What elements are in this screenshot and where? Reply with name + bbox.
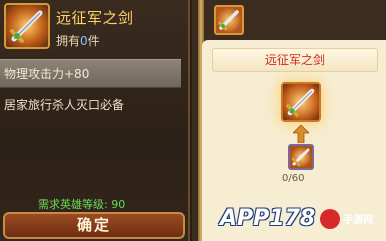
material-count: 0/60 (282, 173, 305, 184)
target-sword-icon[interactable] (281, 82, 321, 122)
own-prefix: 拥有 (56, 34, 81, 48)
stat-text: 物理攻击力+80 (4, 67, 90, 81)
item-description: 居家旅行杀人灭口必备 (4, 98, 125, 112)
own-count-line: 拥有0件 (56, 32, 100, 49)
compose-panel-bg: 远征军之剑 0/60 (192, 0, 386, 241)
watermark-brand: APP178 (220, 206, 316, 231)
watermark-logo-icon (320, 208, 341, 229)
item-name: 远征军之剑 (56, 9, 134, 27)
own-suffix: 件 (87, 34, 100, 48)
item-info-panel: 远征军之剑 拥有0件 物理攻击力+80 居家旅行杀人灭口必备 需求英雄等级: 9… (0, 0, 190, 241)
sword-icon[interactable] (4, 3, 50, 49)
stat-bar: 物理攻击力+80 (0, 59, 181, 88)
site-watermark: APP178 手游网 (220, 206, 373, 231)
own-count: 0 (80, 34, 88, 48)
confirm-button[interactable]: 确定 (3, 212, 185, 239)
sword-icon[interactable] (214, 5, 244, 35)
level-requirement: 需求英雄等级: 90 (38, 198, 126, 211)
arrow-up-icon (293, 125, 309, 143)
watermark-sub: 手游网 (343, 215, 374, 226)
sword-fragment-icon[interactable] (288, 144, 314, 170)
